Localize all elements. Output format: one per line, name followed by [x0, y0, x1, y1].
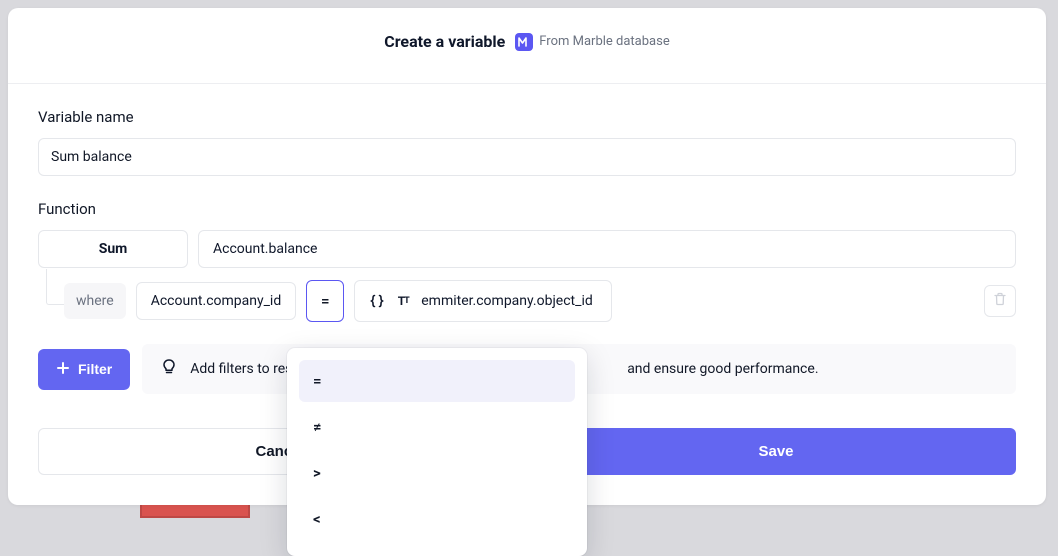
- tree-connector-icon: [46, 269, 64, 305]
- operator-dropdown: =≠><: [287, 348, 587, 556]
- function-label: Function: [38, 200, 1016, 218]
- lightbulb-icon: [160, 358, 178, 380]
- operator-option[interactable]: =: [299, 360, 575, 402]
- save-button-label: Save: [758, 443, 793, 460]
- where-operator-value: =: [321, 292, 330, 310]
- modal-header: Create a variable From Marble database: [8, 8, 1046, 84]
- variable-name-label: Variable name: [38, 108, 1016, 126]
- source-badge: From Marble database: [515, 33, 669, 51]
- braces-icon: [369, 293, 385, 309]
- add-filter-button[interactable]: Filter: [38, 349, 130, 390]
- filter-hint-suffix: and ensure good performance.: [627, 361, 818, 377]
- marble-icon: [515, 33, 533, 51]
- operator-option[interactable]: ≠: [299, 406, 575, 448]
- variable-name-input[interactable]: [38, 138, 1016, 176]
- trash-icon: [993, 292, 1007, 310]
- source-badge-text: From Marble database: [539, 34, 669, 49]
- where-operator-select[interactable]: =: [306, 280, 344, 322]
- where-left-value: Account.company_id: [151, 293, 282, 309]
- save-button[interactable]: Save: [536, 428, 1016, 475]
- function-field-value: Account.balance: [213, 241, 317, 257]
- filter-hint-prefix: Add filters to res: [190, 361, 292, 377]
- where-left-operand[interactable]: Account.company_id: [136, 282, 297, 320]
- operator-option[interactable]: <: [299, 498, 575, 540]
- aggregator-value: Sum: [99, 241, 128, 257]
- where-label: where: [64, 283, 126, 319]
- operator-option[interactable]: >: [299, 452, 575, 494]
- delete-condition-button[interactable]: [984, 285, 1016, 317]
- where-right-value: emmiter.company.object_id: [421, 293, 593, 309]
- function-row: Sum Account.balance: [38, 230, 1016, 268]
- where-right-operand[interactable]: TT emmiter.company.object_id: [354, 280, 612, 322]
- where-condition-row: where Account.company_id = TT emmiter.co…: [38, 280, 1016, 322]
- filter-button-label: Filter: [78, 361, 112, 377]
- text-type-icon: TT: [395, 293, 411, 309]
- plus-icon: [56, 361, 70, 378]
- function-field-select[interactable]: Account.balance: [198, 230, 1016, 268]
- modal-title: Create a variable: [384, 32, 505, 51]
- aggregator-select[interactable]: Sum: [38, 230, 188, 268]
- variable-name-section: Variable name: [38, 108, 1016, 176]
